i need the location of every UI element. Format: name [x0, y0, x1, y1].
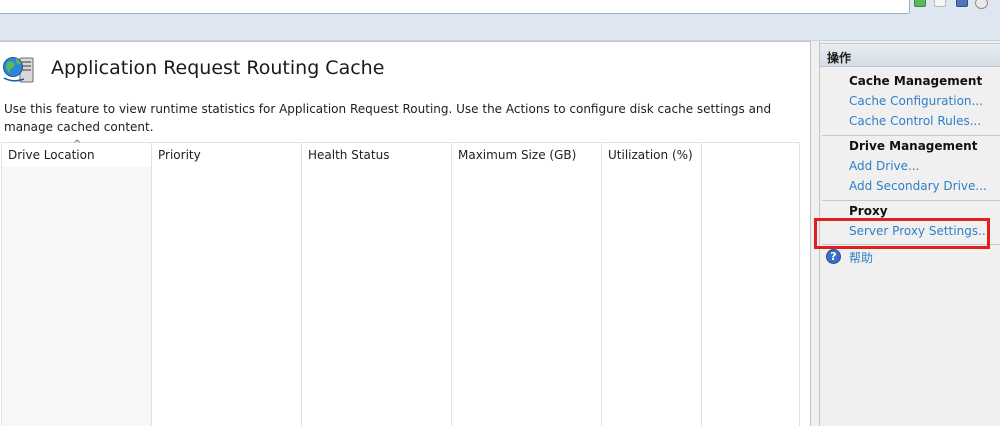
column-header[interactable]: Maximum Size (GB)	[452, 143, 601, 167]
cache-drives-table: ^ Drive Location Priority Health Status …	[1, 139, 800, 426]
cache-control-rules-link[interactable]: Cache Control Rules...	[849, 114, 981, 128]
column-drive-location[interactable]: ^ Drive Location	[2, 139, 152, 426]
connection-icon[interactable]	[914, 0, 926, 7]
column-health-status[interactable]: Health Status	[302, 143, 452, 426]
add-secondary-drive-link[interactable]: Add Secondary Drive...	[849, 179, 987, 193]
section-title-drive-management: Drive Management	[849, 139, 978, 153]
column-header	[702, 143, 800, 167]
column-header[interactable]: Priority	[152, 143, 301, 167]
page-icon[interactable]	[934, 0, 946, 7]
column-header[interactable]: Utilization (%)	[602, 143, 701, 167]
column-maximum-size[interactable]: Maximum Size (GB)	[452, 143, 602, 426]
highlight-box	[814, 218, 990, 249]
column-header[interactable]: Health Status	[302, 143, 451, 167]
cache-configuration-link[interactable]: Cache Configuration...	[849, 94, 983, 108]
globe-server-icon	[3, 57, 34, 83]
page-description: Use this feature to view runtime statist…	[4, 102, 772, 134]
actions-header: 操作	[820, 43, 1000, 67]
section-divider	[822, 135, 1000, 136]
column-priority[interactable]: Priority	[152, 143, 302, 426]
address-bar[interactable]	[0, 0, 910, 14]
address-bar-strip	[0, 0, 1000, 41]
column-header[interactable]: Drive Location	[2, 143, 151, 167]
section-divider	[822, 200, 1000, 201]
feature-pane: Application Request Routing Cache Use th…	[0, 41, 811, 426]
save-icon[interactable]	[956, 0, 968, 7]
add-drive-link[interactable]: Add Drive...	[849, 159, 919, 173]
column-filler	[702, 143, 800, 426]
page-title: Application Request Routing Cache	[51, 57, 385, 79]
column-body	[2, 167, 151, 426]
help-link[interactable]: 帮助	[849, 249, 873, 266]
section-title-cache-management: Cache Management	[849, 74, 983, 88]
section-title-proxy: Proxy	[849, 204, 888, 218]
help-toolbar-icon[interactable]	[975, 0, 988, 9]
help-icon[interactable]: ?	[826, 249, 841, 264]
column-utilization[interactable]: Utilization (%)	[602, 143, 702, 426]
